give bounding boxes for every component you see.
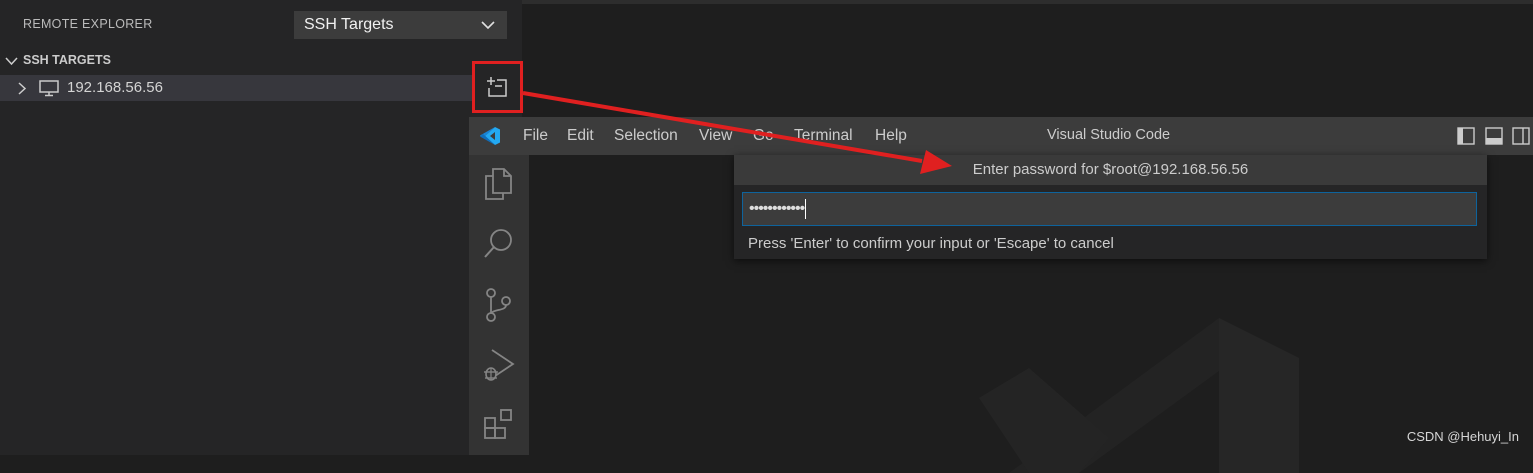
watermark-credit: CSDN @Hehuyi_In bbox=[1406, 429, 1519, 444]
annotation-arrow bbox=[522, 91, 952, 174]
